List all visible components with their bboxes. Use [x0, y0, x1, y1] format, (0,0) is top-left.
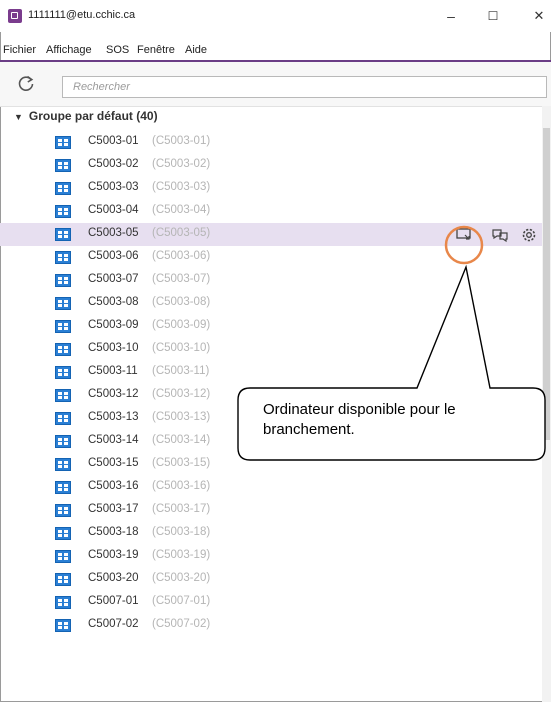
- callout-text: Ordinateur disponible pour le branchemen…: [263, 401, 456, 438]
- highlight-circle: [444, 225, 484, 265]
- callout-overlay: [237, 225, 546, 461]
